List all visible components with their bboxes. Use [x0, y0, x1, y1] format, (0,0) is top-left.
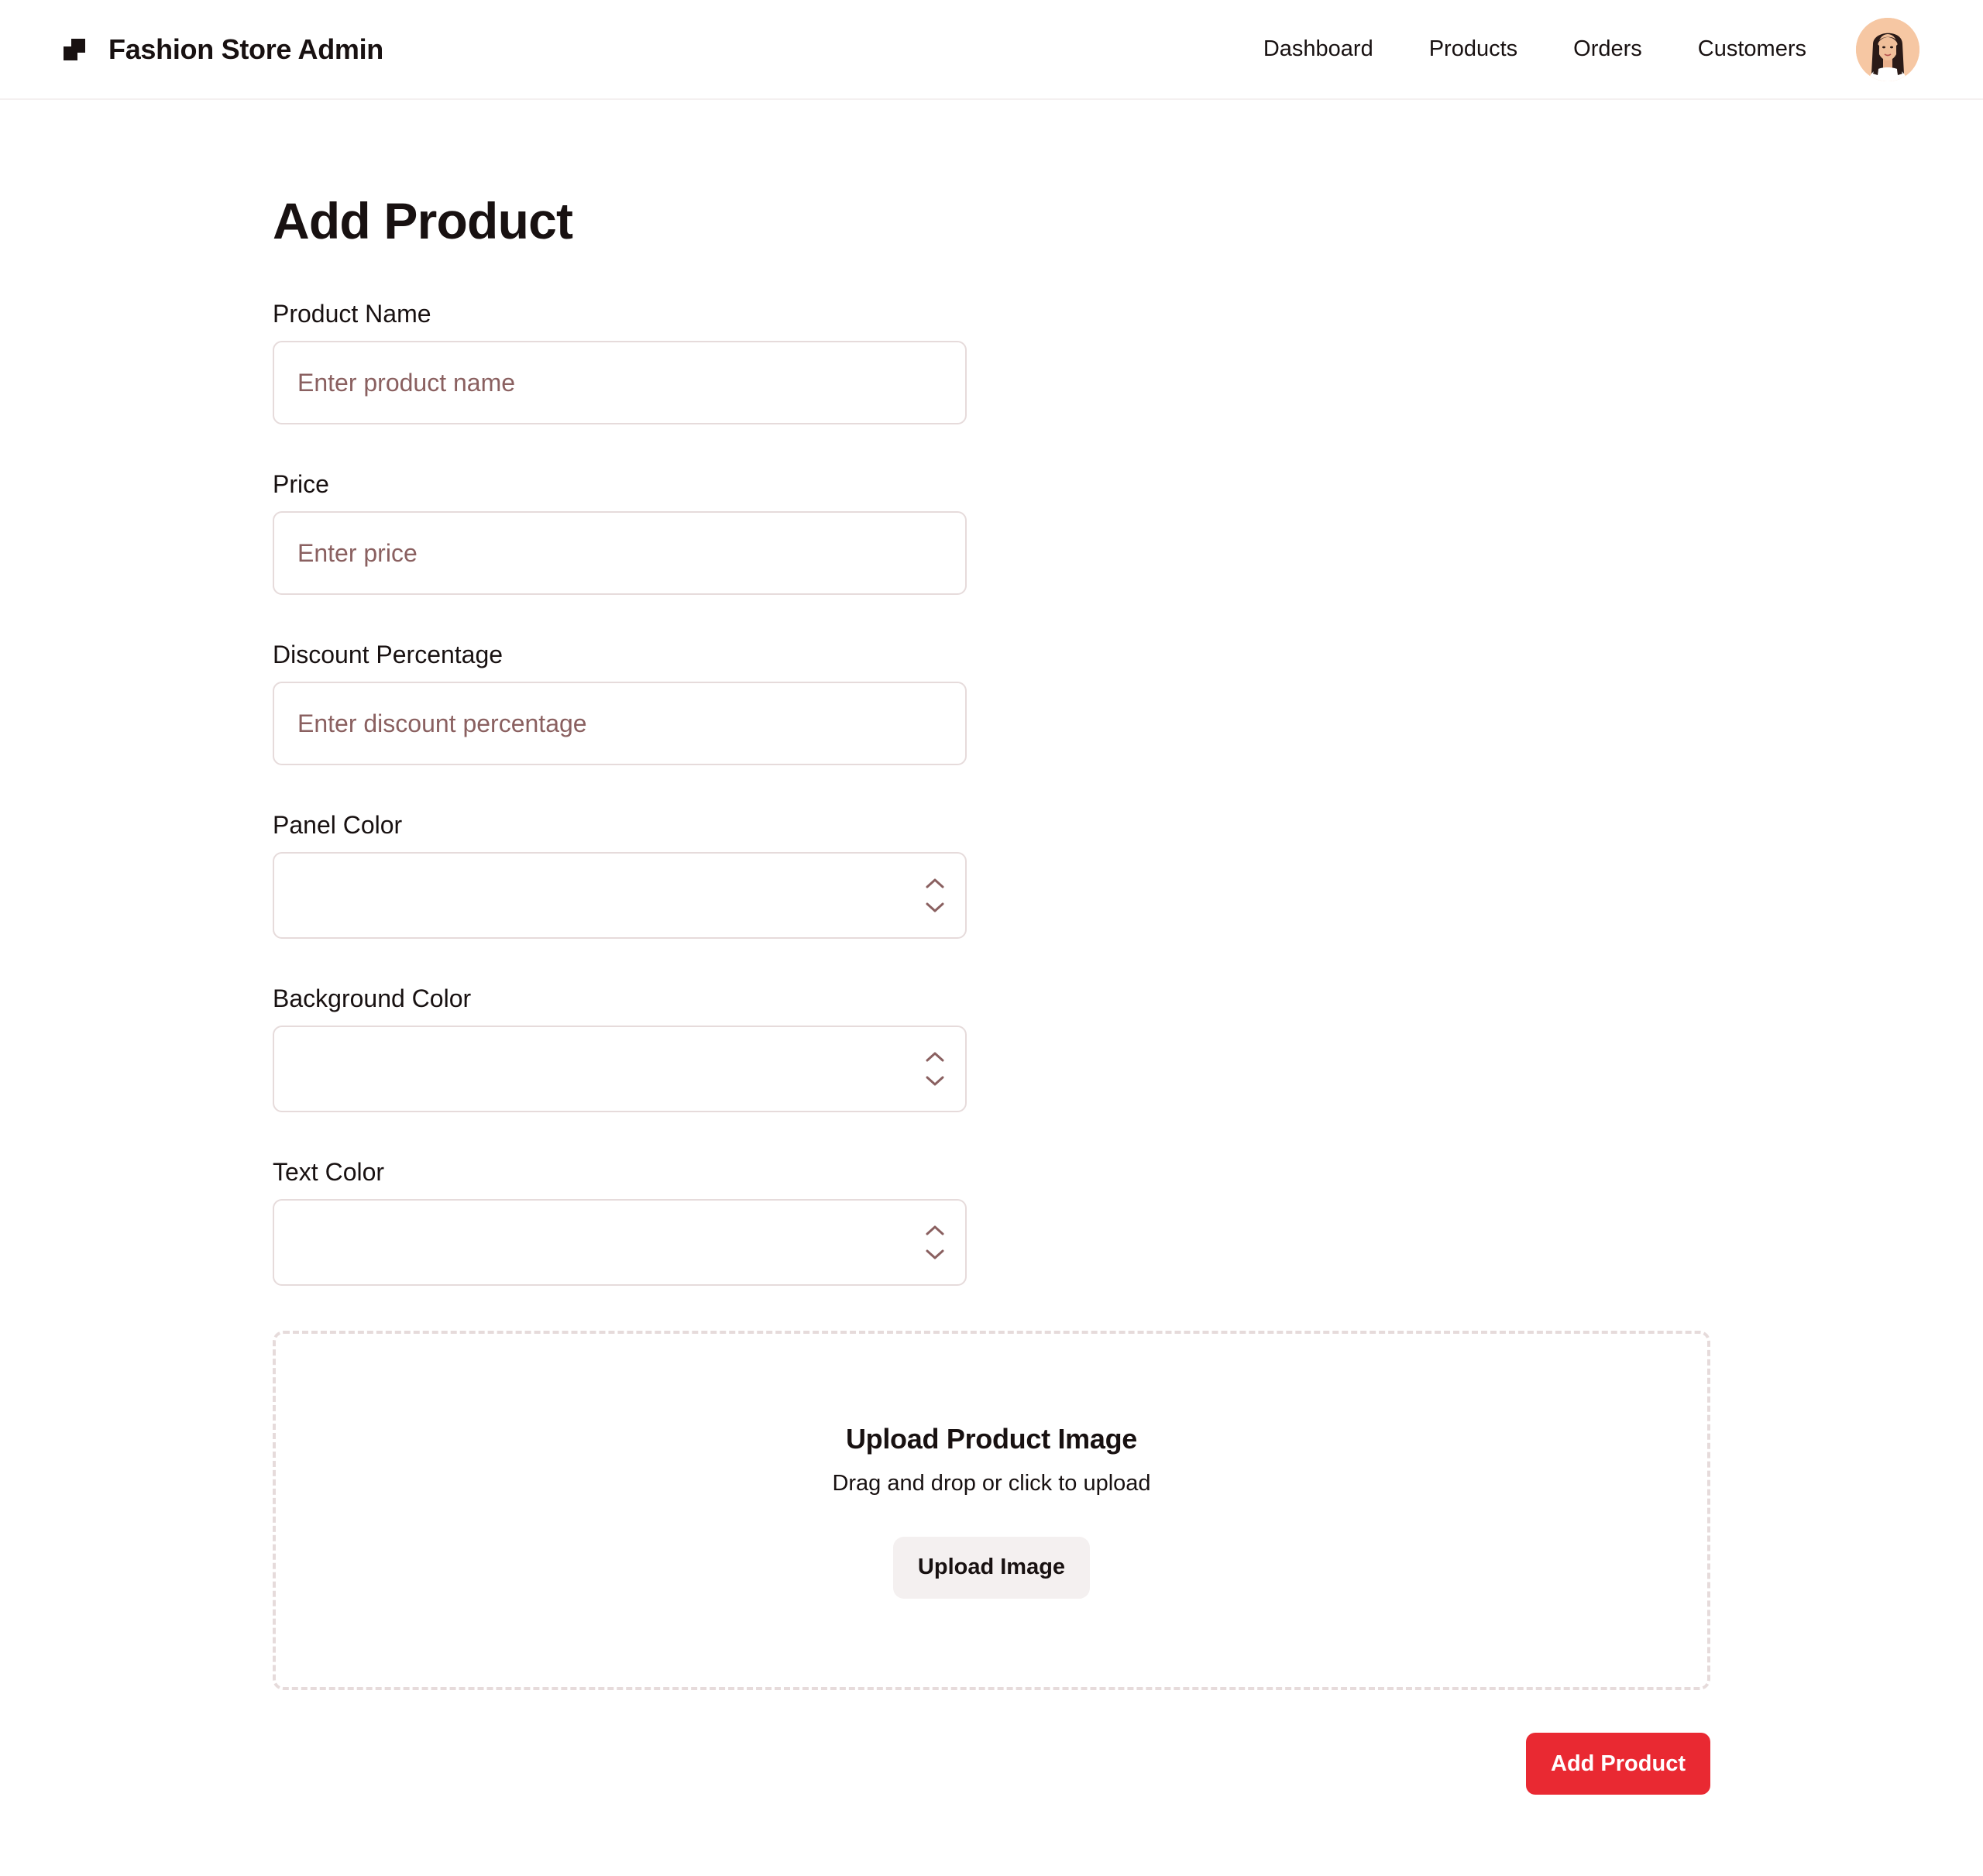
brand[interactable]: Fashion Store Admin [64, 33, 383, 66]
nav-link-dashboard[interactable]: Dashboard [1263, 36, 1373, 62]
upload-image-button[interactable]: Upload Image [892, 1536, 1091, 1599]
avatar-portrait-icon [1856, 17, 1919, 81]
product-name-field: Product Name [273, 296, 967, 424]
panel-color-label: Panel Color [273, 811, 403, 839]
background-color-field: Background Color [273, 981, 967, 1112]
chevron-up-down-icon [925, 877, 945, 914]
upload-subtitle: Drag and drop or click to upload [832, 1470, 1151, 1496]
user-avatar[interactable] [1856, 17, 1919, 81]
page-title: Add Product [273, 192, 573, 249]
top-nav-bar: Fashion Store Admin Dashboard Products O… [0, 0, 1983, 100]
text-color-select[interactable] [273, 1199, 967, 1286]
nav-link-products[interactable]: Products [1429, 36, 1517, 62]
price-field: Price [273, 466, 967, 595]
product-name-input[interactable] [273, 341, 967, 424]
panel-color-select[interactable] [273, 852, 967, 939]
panel-color-field: Panel Color [273, 807, 967, 939]
store-logo-icon [64, 38, 85, 60]
brand-title: Fashion Store Admin [108, 33, 383, 65]
price-label: Price [273, 470, 329, 498]
upload-title: Upload Product Image [845, 1422, 1138, 1455]
nav-link-orders[interactable]: Orders [1573, 36, 1642, 62]
discount-field: Discount Percentage [273, 637, 967, 765]
discount-label: Discount Percentage [273, 641, 503, 668]
add-product-button[interactable]: Add Product [1526, 1733, 1710, 1795]
chevron-up-down-icon [925, 1224, 945, 1261]
price-input[interactable] [273, 511, 967, 595]
discount-input[interactable] [273, 682, 967, 765]
image-upload-dropzone[interactable]: Upload Product Image Drag and drop or cl… [273, 1331, 1710, 1690]
text-color-field: Text Color [273, 1154, 967, 1286]
text-color-label: Text Color [273, 1158, 385, 1186]
main-nav: Dashboard Products Orders Customers [1263, 36, 1806, 62]
nav-link-customers[interactable]: Customers [1698, 36, 1806, 62]
background-color-select[interactable] [273, 1026, 967, 1112]
product-name-label: Product Name [273, 300, 431, 328]
chevron-up-down-icon [925, 1050, 945, 1087]
background-color-label: Background Color [273, 984, 472, 1012]
